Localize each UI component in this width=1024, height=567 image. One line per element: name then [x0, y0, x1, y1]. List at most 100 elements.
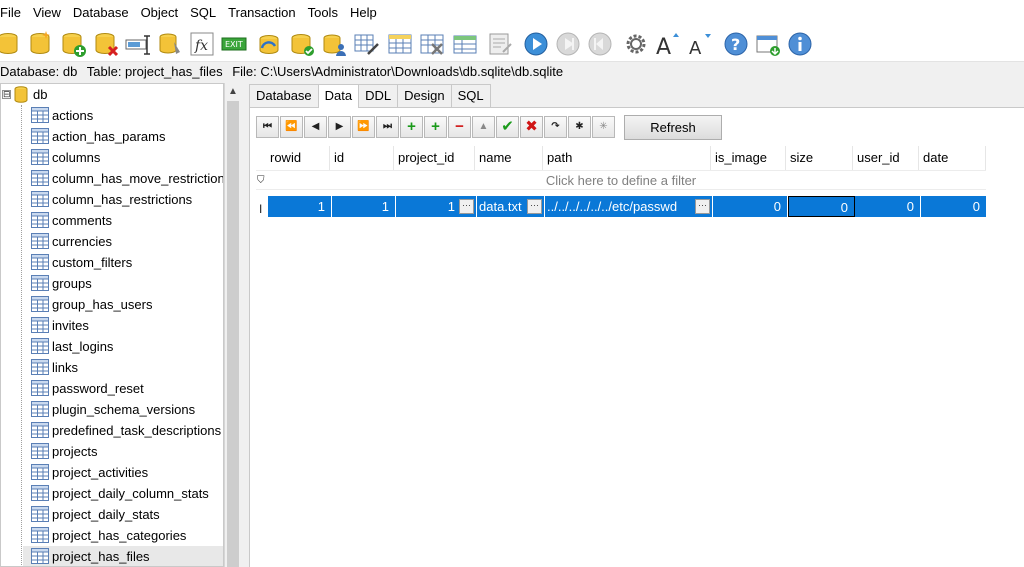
tree-item-columns[interactable]: columns — [23, 147, 223, 168]
next-record-button[interactable]: ▶ — [328, 116, 351, 138]
exit-icon[interactable]: EXIT — [220, 30, 248, 58]
sql-editor-icon[interactable] — [486, 30, 514, 58]
tab-ddl[interactable]: DDL — [358, 84, 399, 107]
delete-record-button[interactable]: − — [448, 116, 471, 138]
tab-sql[interactable]: SQL — [450, 84, 491, 107]
column-header-id[interactable]: id — [330, 146, 394, 170]
tree-item-column-has-move-restrictions[interactable]: column_has_move_restrictions — [23, 168, 223, 189]
scroll-thumb[interactable] — [227, 101, 239, 567]
cell-name[interactable]: data.txt ··· — [477, 196, 545, 217]
column-header-size[interactable]: size — [786, 146, 853, 170]
tree-item-links[interactable]: links — [23, 357, 223, 378]
last-record-button[interactable]: ⏭ — [376, 116, 399, 138]
tab-data[interactable]: Data — [317, 84, 360, 108]
cell-is-image[interactable]: 0 — [713, 196, 788, 217]
tab-design[interactable]: Design — [397, 84, 452, 107]
cell-rowid[interactable]: 1 — [268, 196, 332, 217]
refresh-data-button[interactable]: ↷ — [544, 116, 567, 138]
menu-object[interactable]: Object — [135, 0, 185, 26]
function-icon[interactable]: fx — [188, 30, 216, 58]
column-header-name[interactable]: name — [475, 146, 543, 170]
cell-size[interactable]: 0 — [788, 196, 855, 217]
set-null-button[interactable]: ✱ — [568, 116, 591, 138]
open-database-icon[interactable] — [0, 30, 22, 58]
cell-path[interactable]: ../../../../../../etc/passwd ··· — [545, 196, 713, 217]
new-table-icon[interactable] — [386, 30, 414, 58]
tree-item-project-activities[interactable]: project_activities — [23, 462, 223, 483]
append-record-button[interactable]: + — [424, 116, 447, 138]
tree-item-project-daily-stats[interactable]: project_daily_stats — [23, 504, 223, 525]
new-view-icon[interactable] — [451, 30, 479, 58]
tree-item-project-has-files[interactable]: project_has_files — [23, 546, 223, 566]
post-edit-button[interactable]: ✔ — [496, 116, 519, 138]
set-default-button[interactable]: ✳ — [592, 116, 615, 138]
edit-record-button[interactable]: ▲ — [472, 116, 495, 138]
column-header-is-image[interactable]: is_image — [711, 146, 786, 170]
tab-database[interactable]: Database — [249, 84, 319, 107]
tree-item-project-has-categories[interactable]: project_has_categories — [23, 525, 223, 546]
font-larger-icon[interactable]: A — [654, 30, 682, 58]
tree-item-custom-filters[interactable]: custom_filters — [23, 252, 223, 273]
column-header-rowid[interactable]: rowid — [266, 146, 330, 170]
check-db-icon[interactable] — [288, 30, 316, 58]
tree-item-group-has-users[interactable]: group_has_users — [23, 294, 223, 315]
tree-collapse-toggle[interactable]: ⊟ — [2, 90, 11, 99]
menu-sql[interactable]: SQL — [184, 0, 222, 26]
user-db-icon[interactable] — [320, 30, 348, 58]
rename-icon[interactable] — [124, 30, 152, 58]
cancel-edit-button[interactable]: ✖ — [520, 116, 543, 138]
menu-file[interactable]: File — [0, 0, 27, 26]
next-page-button[interactable]: ⏩ — [352, 116, 375, 138]
attach-database-icon[interactable] — [59, 30, 87, 58]
first-record-button[interactable]: ⏮ — [256, 116, 279, 138]
menu-database[interactable]: Database — [67, 0, 135, 26]
tree-root-db[interactable]: db — [33, 84, 47, 105]
cell-id[interactable]: 1 — [332, 196, 396, 217]
menu-view[interactable]: View — [27, 0, 67, 26]
scroll-up-arrow-icon[interactable]: ▲ — [225, 83, 241, 100]
filter-row[interactable]: ⛉ Click here to define a filter — [256, 170, 986, 190]
step-icon[interactable] — [586, 30, 614, 58]
insert-record-button[interactable]: + — [400, 116, 423, 138]
tree-item-plugin-schema-versions[interactable]: plugin_schema_versions — [23, 399, 223, 420]
menu-transaction[interactable]: Transaction — [222, 0, 301, 26]
tree-scrollbar[interactable]: ▲ — [224, 83, 241, 567]
prior-record-button[interactable]: ◀ — [304, 116, 327, 138]
help-icon[interactable]: ? — [722, 30, 750, 58]
update-icon[interactable] — [754, 30, 782, 58]
tree-item-comments[interactable]: comments — [23, 210, 223, 231]
column-header-user-id[interactable]: user_id — [853, 146, 919, 170]
ellipsis-button[interactable]: ··· — [459, 199, 474, 214]
tree-item-last-logins[interactable]: last_logins — [23, 336, 223, 357]
menu-tools[interactable]: Tools — [302, 0, 344, 26]
refresh-button[interactable]: Refresh — [624, 115, 722, 140]
settings-icon[interactable] — [622, 30, 650, 58]
menu-help[interactable]: Help — [344, 0, 383, 26]
stop-icon[interactable] — [554, 30, 582, 58]
font-smaller-icon[interactable]: A — [686, 30, 714, 58]
cell-project-id[interactable]: 1 ··· — [396, 196, 477, 217]
tree-item-action-has-params[interactable]: action_has_params — [23, 126, 223, 147]
tree-item-projects[interactable]: projects — [23, 441, 223, 462]
ellipsis-button[interactable]: ··· — [527, 199, 542, 214]
tree-item-invites[interactable]: invites — [23, 315, 223, 336]
tree-item-actions[interactable]: actions — [23, 105, 223, 126]
cell-date[interactable]: 0 — [921, 196, 986, 217]
vacuum-icon[interactable] — [156, 30, 184, 58]
delete-table-icon[interactable] — [418, 30, 446, 58]
run-icon[interactable] — [522, 30, 550, 58]
info-icon[interactable] — [786, 30, 814, 58]
table-row[interactable]: 1 1 1 ··· data.txt ··· ../../../../../..… — [268, 196, 986, 217]
tree-item-project-daily-column-stats[interactable]: project_daily_column_stats — [23, 483, 223, 504]
prior-page-button[interactable]: ⏪ — [280, 116, 303, 138]
ellipsis-button[interactable]: ··· — [695, 199, 710, 214]
refresh-db-icon[interactable] — [255, 30, 283, 58]
cell-user-id[interactable]: 0 — [855, 196, 921, 217]
tree-item-column-has-restrictions[interactable]: column_has_restrictions — [23, 189, 223, 210]
tree-item-password-reset[interactable]: password_reset — [23, 378, 223, 399]
new-database-icon[interactable] — [26, 30, 54, 58]
column-header-date[interactable]: date — [919, 146, 986, 170]
tree-item-groups[interactable]: groups — [23, 273, 223, 294]
column-header-path[interactable]: path — [543, 146, 711, 170]
table-edit-icon[interactable] — [352, 30, 380, 58]
